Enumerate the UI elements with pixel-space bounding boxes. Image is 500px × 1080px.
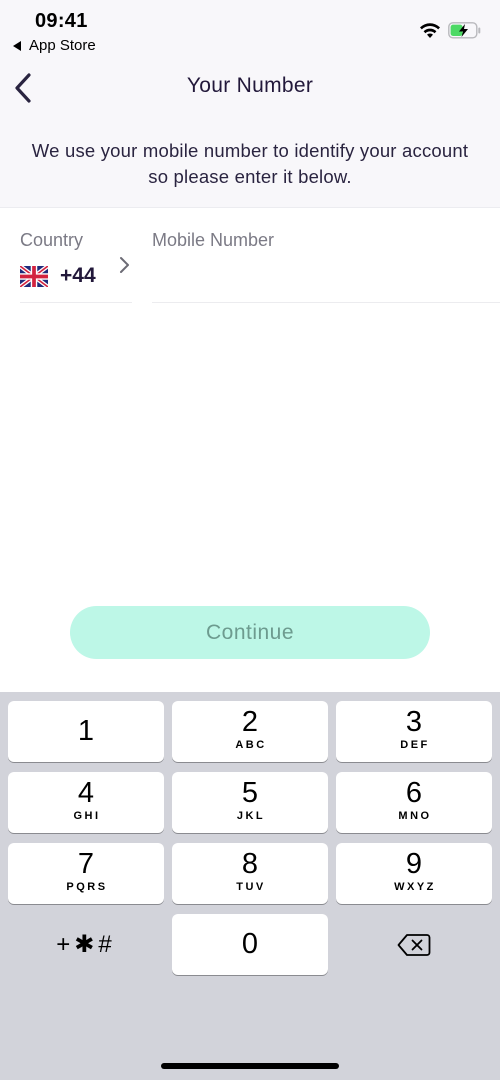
- mobile-number-input[interactable]: [152, 262, 500, 298]
- key-letters: JKL: [236, 810, 266, 822]
- key-digit: 9: [405, 848, 423, 880]
- key-2[interactable]: 2 ABC: [172, 701, 328, 762]
- mobile-underline: [152, 302, 500, 303]
- key-digit: 5: [241, 777, 259, 809]
- numeric-keypad: 1 2 ABC 3 DEF 4 GHI 5 JKL 6 MNO 7 PQRS 8…: [0, 692, 500, 1080]
- chevron-right-icon[interactable]: [118, 255, 132, 275]
- battery-charging-icon: [448, 22, 481, 39]
- key-digit: 7: [77, 848, 95, 880]
- page-title: Your Number: [186, 74, 314, 97]
- key-0[interactable]: 0: [172, 914, 328, 975]
- header-area: 09:41 App Store Your Number We use your …: [0, 0, 500, 208]
- key-8[interactable]: 8 TUV: [172, 843, 328, 904]
- key-letters: WXYZ: [394, 881, 436, 893]
- key-digit: 6: [405, 777, 423, 809]
- key-symbols[interactable]: +✱#: [8, 914, 164, 975]
- status-back-to-app[interactable]: App Store: [13, 37, 96, 54]
- key-7[interactable]: 7 PQRS: [8, 843, 164, 904]
- key-digit: 8: [241, 848, 259, 880]
- key-9[interactable]: 9 WXYZ: [336, 843, 492, 904]
- key-digit: 0: [241, 928, 259, 960]
- key-3[interactable]: 3 DEF: [336, 701, 492, 762]
- key-letters: TUV: [236, 881, 266, 893]
- key-6[interactable]: 6 MNO: [336, 772, 492, 833]
- backspace-icon: [397, 933, 431, 956]
- key-letters: MNO: [398, 810, 432, 822]
- key-letters: GHI: [73, 810, 101, 822]
- key-digit: 4: [77, 777, 95, 809]
- dial-code: +44: [60, 264, 96, 287]
- key-letters: ABC: [235, 739, 267, 751]
- key-letters: PQRS: [66, 881, 108, 893]
- key-4[interactable]: 4 GHI: [8, 772, 164, 833]
- symbols-label: +✱#: [56, 931, 116, 958]
- key-digit: 3: [405, 706, 423, 738]
- home-indicator[interactable]: [161, 1063, 339, 1069]
- continue-button[interactable]: Continue: [70, 606, 430, 659]
- uk-flag-icon: [20, 265, 48, 287]
- wifi-icon: [420, 23, 440, 38]
- key-letters: DEF: [400, 739, 430, 751]
- key-digit: 1: [77, 715, 95, 747]
- key-5[interactable]: 5 JKL: [172, 772, 328, 833]
- back-triangle-icon: [13, 40, 21, 51]
- status-time: 09:41: [35, 10, 88, 32]
- key-digit: 2: [241, 706, 259, 738]
- country-underline: [20, 302, 132, 303]
- intro-text: We use your mobile number to identify yo…: [31, 140, 469, 187]
- key-delete[interactable]: [336, 914, 492, 975]
- status-back-label: App Store: [29, 37, 96, 54]
- key-1[interactable]: 1: [8, 701, 164, 762]
- country-label: Country: [20, 230, 84, 250]
- mobile-number-label: Mobile Number: [152, 230, 275, 250]
